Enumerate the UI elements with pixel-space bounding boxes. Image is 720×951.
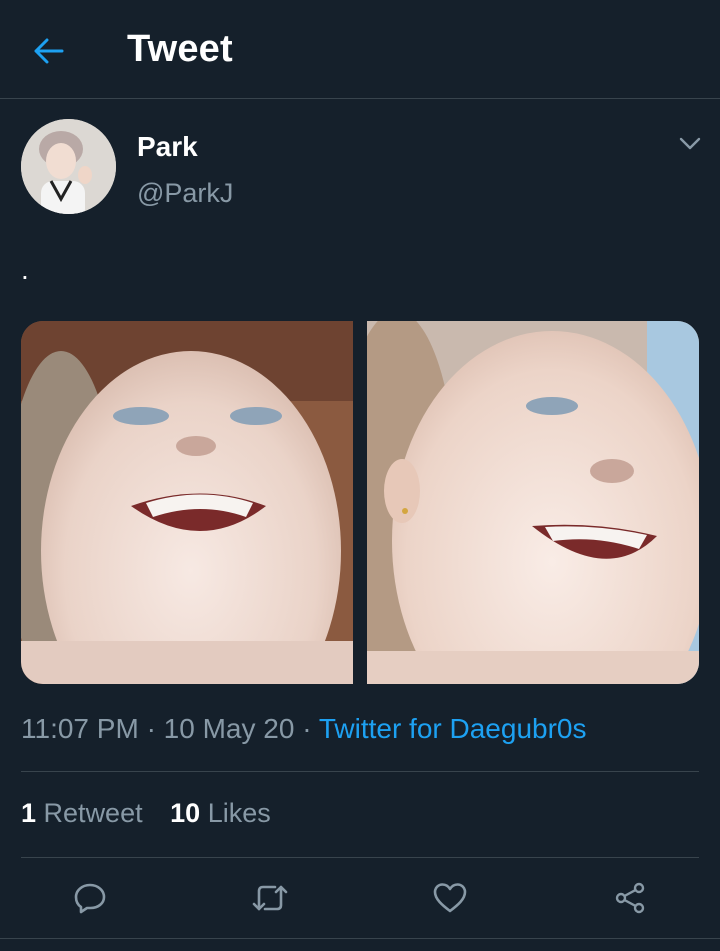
reply-button[interactable] bbox=[66, 874, 114, 922]
retweets-count: 1 bbox=[21, 798, 37, 828]
likes-stat[interactable]: 10 Likes bbox=[170, 798, 271, 828]
tweet-text: . bbox=[21, 254, 29, 285]
more-options-button[interactable] bbox=[672, 128, 708, 160]
divider bbox=[0, 938, 720, 939]
author-handle[interactable]: @ParkJ bbox=[137, 178, 233, 209]
tweet-photo-2[interactable] bbox=[367, 321, 699, 684]
like-icon bbox=[433, 883, 467, 913]
reply-icon bbox=[74, 883, 106, 914]
top-bar: Tweet bbox=[0, 0, 720, 99]
likes-label: Likes bbox=[207, 798, 271, 828]
like-button[interactable] bbox=[426, 874, 474, 922]
retweet-button[interactable] bbox=[246, 874, 294, 922]
tweet-stats: 1 Retweet 10 Likes bbox=[21, 798, 291, 829]
page-title: Tweet bbox=[127, 28, 233, 70]
author-name[interactable]: Park bbox=[137, 131, 198, 163]
retweet-icon bbox=[252, 885, 288, 911]
tweet-photo-1[interactable] bbox=[21, 321, 353, 684]
meta-separator: · bbox=[146, 713, 156, 744]
share-icon bbox=[615, 882, 645, 914]
media-grid bbox=[21, 321, 699, 684]
arrow-left-icon bbox=[34, 38, 64, 64]
chevron-down-icon bbox=[679, 137, 701, 150]
retweets-label: Retweet bbox=[43, 798, 143, 828]
avatar[interactable] bbox=[21, 119, 116, 214]
divider bbox=[21, 771, 699, 772]
tweet-date: 10 May 20 bbox=[163, 713, 295, 744]
avatar-image bbox=[21, 119, 116, 214]
tweet-source-link[interactable]: Twitter for Daegubr0s bbox=[319, 713, 587, 744]
meta-separator: · bbox=[302, 713, 312, 744]
action-bar bbox=[0, 868, 720, 928]
share-button[interactable] bbox=[606, 874, 654, 922]
likes-count: 10 bbox=[170, 798, 201, 828]
tweet-time: 11:07 PM bbox=[21, 713, 139, 744]
back-button[interactable] bbox=[24, 26, 74, 76]
divider bbox=[21, 857, 699, 858]
retweets-stat[interactable]: 1 Retweet bbox=[21, 798, 143, 828]
tweet-meta: 11:07 PM · 10 May 20 · Twitter for Daegu… bbox=[21, 713, 586, 745]
